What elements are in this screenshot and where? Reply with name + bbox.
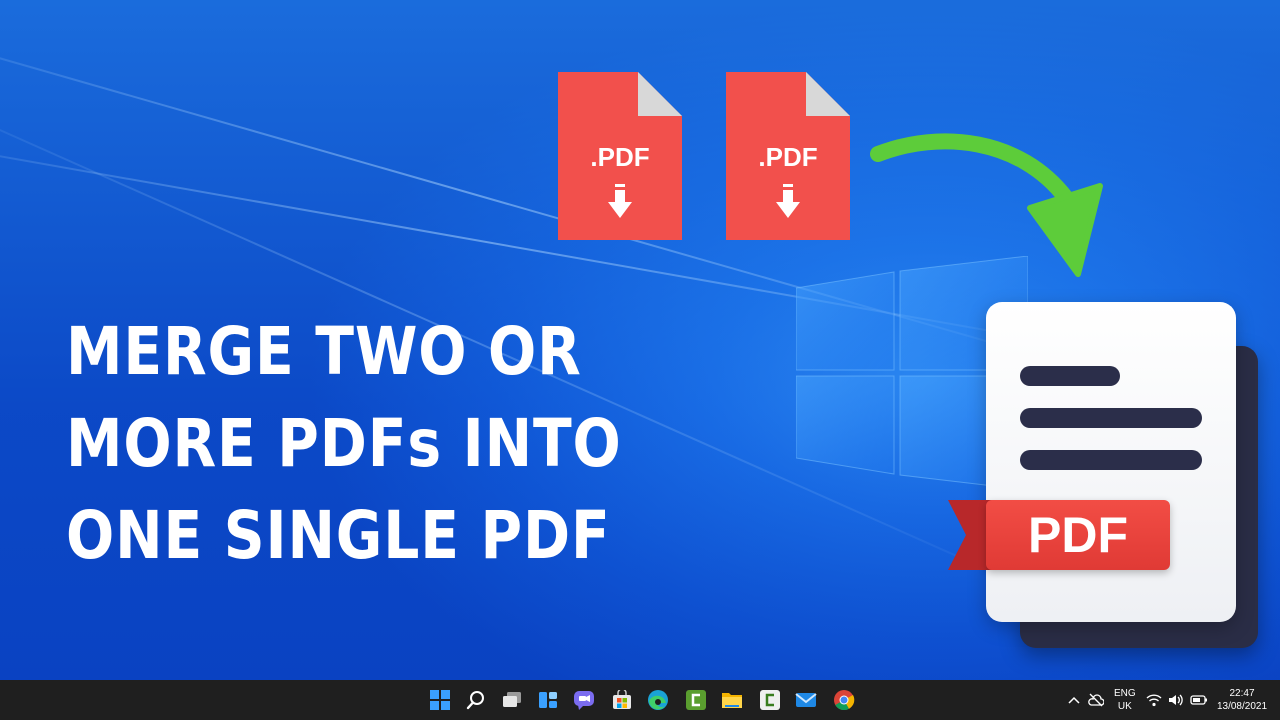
file-explorer-icon[interactable] [720,688,744,712]
pdf-ribbon-badge: PDF [986,500,1170,570]
headline: MERGE TWO OR MORE PDFs INTO ONE SINGLE P… [66,306,622,582]
merge-arrow-icon [870,133,1103,277]
widgets-icon[interactable] [536,688,560,712]
download-arrow-icon [776,184,800,218]
language-indicator[interactable]: ENG UK [1114,687,1136,713]
clock-time: 22:47 [1229,688,1255,699]
headline-line: ONE SINGLE PDF [66,497,611,574]
language-code: ENG [1114,688,1136,699]
download-arrow-icon [608,184,632,218]
taskbar: ENG UK 22:47 13/08/2021 [0,680,1280,720]
task-view-icon[interactable] [500,688,524,712]
file-extension-label: .PDF [590,142,650,172]
store-icon[interactable] [610,688,634,712]
headline-line: MORE PDFs INTO [66,405,622,482]
camtasia-recorder-icon[interactable] [758,688,782,712]
document-text-line [1020,450,1202,470]
source-pdf-file-1: .PDF [558,72,682,240]
teams-chat-icon[interactable] [572,688,596,712]
mail-icon[interactable] [794,688,818,712]
battery-icon[interactable] [1190,694,1208,706]
pdf-badge-label: PDF [1028,507,1128,563]
chevron-up-icon[interactable] [1068,695,1080,705]
desktop-wallpaper: .PDF .PDF MERGE TWO OR MORE PDFs INTO ON… [0,0,1280,680]
cloud-offline-icon[interactable] [1088,693,1104,707]
source-pdf-file-2: .PDF [726,72,850,240]
document-text-line [1020,408,1202,428]
clock-date: 13/08/2021 [1216,701,1268,712]
document-text-line [1020,366,1120,386]
chrome-icon[interactable] [832,688,856,712]
wifi-icon[interactable] [1146,693,1162,707]
headline-line: MERGE TWO OR [66,313,582,390]
clock[interactable]: 22:47 13/08/2021 [1214,680,1270,720]
camtasia-icon[interactable] [684,688,708,712]
clock-display: 22:47 13/08/2021 [1217,687,1267,713]
document-sheet [986,302,1236,622]
windows-start-icon[interactable] [428,688,452,712]
volume-icon[interactable] [1168,693,1184,707]
edge-icon[interactable] [646,688,670,712]
search-icon[interactable] [464,688,488,712]
merged-pdf-document-icon: PDF [946,300,1258,652]
file-extension-label: .PDF [758,142,818,172]
system-tray: ENG UK [1068,680,1208,720]
language-region: UK [1117,701,1132,712]
